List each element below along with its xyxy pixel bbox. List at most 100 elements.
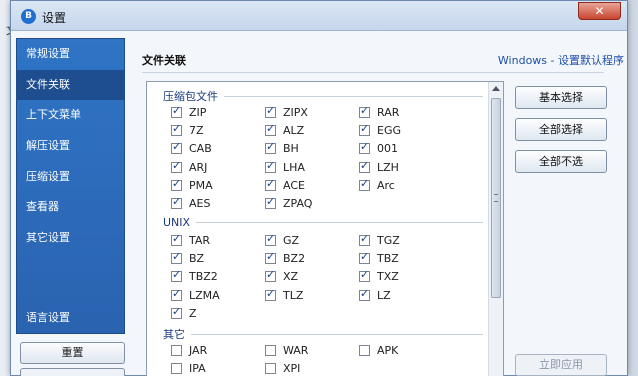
file-type-checkbox-item[interactable]: XPI [265,362,300,375]
file-type-checkbox-item[interactable]: PMA [171,177,213,192]
file-type-checkbox-item[interactable]: ZPAQ [265,195,312,210]
checkbox-checked-icon[interactable] [265,287,276,301]
checkbox-checked-icon[interactable] [265,104,276,118]
sidebar-item-4[interactable]: 压缩设置 [17,162,124,193]
checkbox-checked-icon[interactable] [171,122,182,137]
file-type-checkbox-item[interactable]: BZ [171,250,205,266]
file-type-checkbox-item[interactable]: LZ [359,287,391,302]
file-type-checkbox-item[interactable]: Arc [359,177,395,192]
checkbox-checked-icon[interactable] [265,268,276,283]
file-association-list[interactable]: 压缩包文件 ZIP ZIPX RAR 7Z ALZ EGG CAB BH 001 ARJ LHA LZH… [146,81,504,376]
scroll-up-arrow-icon[interactable] [492,86,500,91]
checkbox-checked-icon[interactable] [265,177,276,191]
checkbox-checked-icon[interactable] [171,177,182,191]
sidebar-item-1[interactable]: 文件关联 [17,69,124,101]
sidebar-item-6[interactable]: 其它设置 [17,223,124,254]
file-type-checkbox-item[interactable]: TBZ2 [171,268,218,283]
group-header: 其它 [163,326,483,342]
checkbox-unchecked-icon[interactable] [359,345,370,356]
file-type-label: ARJ [189,160,208,174]
file-type-checkbox-item[interactable]: 7Z [171,122,204,137]
file-type-checkbox-item[interactable]: ALZ [265,122,304,137]
group-divider [191,333,483,335]
sidebar-item-2[interactable]: 上下文菜单 [17,100,124,131]
title-bar[interactable]: B 设置 ✕ [11,1,627,31]
checkbox-unchecked-icon[interactable] [265,363,276,375]
file-type-label: EGG [377,124,401,138]
file-type-checkbox-item[interactable]: BZ2 [265,250,306,266]
sidebar-item-5[interactable]: 查看器 [17,192,124,223]
checkbox-checked-icon[interactable] [359,232,370,246]
select-none-button[interactable]: 全部不选 [515,150,607,173]
file-type-label: BZ [189,252,205,266]
close-button[interactable]: ✕ [578,2,621,20]
file-type-checkbox-item[interactable]: Z [171,305,197,320]
checkbox-checked-icon[interactable] [171,104,182,118]
list-scrollbar[interactable] [488,82,503,376]
file-type-checkbox-item[interactable]: ZIP [171,104,206,119]
scroll-thumb[interactable] [491,98,501,298]
apply-now-button[interactable]: 立即应用 [515,354,607,376]
checkbox-checked-icon[interactable] [171,232,182,246]
file-type-label: TLZ [283,288,304,302]
file-type-checkbox-item[interactable]: ACE [265,177,305,192]
sidebar-item-3[interactable]: 解压设置 [17,131,124,162]
checkbox-checked-icon[interactable] [359,287,370,301]
file-type-checkbox-item[interactable]: TAR [171,232,210,247]
sidebar-item-language[interactable]: 语言设置 [17,303,124,333]
checkbox-checked-icon[interactable] [359,177,370,191]
file-type-checkbox-item[interactable]: TBZ [359,250,399,265]
file-type-checkbox-item[interactable]: AES [171,195,210,210]
checkbox-checked-icon[interactable] [171,140,182,155]
file-type-checkbox-item[interactable]: CAB [171,140,212,155]
checkbox-checked-icon[interactable] [359,140,370,155]
file-type-checkbox-item[interactable]: TXZ [359,268,399,283]
sidebar-item-0[interactable]: 常规设置 [17,39,124,70]
checkbox-checked-icon[interactable] [171,305,182,319]
file-type-checkbox-item[interactable]: ARJ [171,159,208,174]
file-type-checkbox-item[interactable]: 001 [359,140,398,155]
basic-select-button[interactable]: 基本选择 [515,86,607,109]
bottom-button-partial[interactable] [20,368,125,376]
file-type-checkbox-item[interactable]: LZMA [171,287,220,302]
file-type-checkbox-item[interactable]: WAR [265,344,308,357]
checkbox-checked-icon[interactable] [359,104,370,118]
select-all-button[interactable]: 全部选择 [515,118,607,141]
file-type-checkbox-item[interactable]: TGZ [359,232,400,247]
checkbox-checked-icon[interactable] [359,122,370,137]
checkbox-checked-icon[interactable] [359,268,370,283]
checkbox-checked-icon[interactable] [265,232,276,246]
checkbox-checked-icon[interactable] [359,250,370,265]
checkbox-checked-icon[interactable] [265,122,276,137]
checkbox-checked-icon[interactable] [265,140,276,155]
file-type-checkbox-item[interactable]: LZH [359,159,399,174]
file-type-checkbox-item[interactable]: JAR [171,344,207,357]
file-type-checkbox-item[interactable]: IPA [171,362,206,375]
checkbox-checked-icon[interactable] [171,159,182,173]
group-divider [224,95,483,97]
file-type-checkbox-item[interactable]: TLZ [265,287,304,302]
checkbox-checked-icon[interactable] [171,195,182,209]
checkbox-unchecked-icon[interactable] [171,363,182,375]
checkbox-checked-icon[interactable] [359,159,370,173]
file-type-checkbox-item[interactable]: LHA [265,159,305,174]
file-type-checkbox-item[interactable]: APK [359,344,398,357]
checkbox-checked-icon[interactable] [265,195,276,209]
file-type-label: BZ2 [283,252,306,266]
checkbox-checked-icon[interactable] [265,250,276,265]
checkbox-unchecked-icon[interactable] [171,345,182,356]
checkbox-unchecked-icon[interactable] [265,345,276,356]
file-type-checkbox-item[interactable]: RAR [359,104,399,119]
file-type-checkbox-item[interactable]: ZIPX [265,104,308,119]
checkbox-checked-icon[interactable] [265,159,276,173]
file-type-checkbox-item[interactable]: GZ [265,232,299,247]
file-type-checkbox-item[interactable]: EGG [359,122,401,138]
reset-button[interactable]: 重置 [20,342,125,364]
file-type-checkbox-item[interactable]: XZ [265,268,298,283]
checkbox-checked-icon[interactable] [171,268,182,283]
file-type-checkbox-item[interactable]: BH [265,140,299,155]
checkbox-checked-icon[interactable] [171,250,182,265]
windows-default-programs-link[interactable]: Windows - 设置默认程序 [498,52,624,68]
checkbox-checked-icon[interactable] [171,287,182,301]
file-type-label: IPA [189,362,206,376]
